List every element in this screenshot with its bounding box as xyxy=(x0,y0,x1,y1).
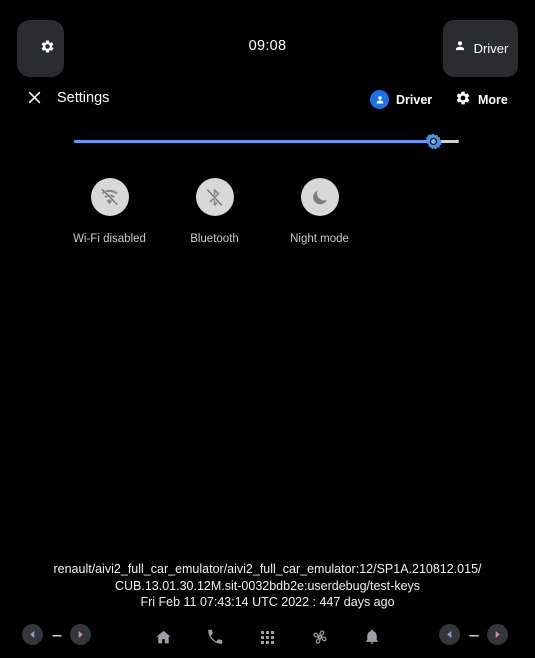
nav-cluster-left: --- xyxy=(22,624,91,645)
brightness-gear-icon xyxy=(425,133,442,150)
close-button[interactable] xyxy=(22,88,46,112)
quick-tile-bluetooth[interactable]: Bluetooth xyxy=(162,178,267,245)
gear-icon xyxy=(455,90,471,109)
apps-grid-dots xyxy=(261,630,274,644)
person-icon xyxy=(453,39,467,58)
user-switcher-button[interactable]: Driver xyxy=(443,20,518,77)
header-action-more[interactable]: More xyxy=(455,90,508,109)
wifi-off-icon xyxy=(90,178,129,216)
quick-tile-night-mode-label: Night mode xyxy=(290,233,349,245)
brightness-slider-thumb[interactable] xyxy=(424,132,443,151)
system-status-bar: 09:08 Driver xyxy=(0,0,535,79)
nav-cluster-right: --- xyxy=(439,624,508,645)
quick-tile-night-mode[interactable]: Night mode xyxy=(267,178,372,245)
user-avatar-icon xyxy=(370,90,389,109)
notifications-bell-icon[interactable] xyxy=(359,624,385,650)
triangle-right-icon[interactable] xyxy=(487,624,508,645)
nav-right-separator: --- xyxy=(469,627,479,642)
settings-panel-header: Settings Driver More xyxy=(0,79,535,121)
build-info-line-1: renault/aivi2_full_car_emulator/aivi2_fu… xyxy=(53,562,482,576)
phone-icon[interactable] xyxy=(202,624,228,650)
quick-tile-wifi-label: Wi-Fi disabled xyxy=(73,233,146,245)
moon-icon xyxy=(300,178,339,216)
quick-tile-bluetooth-label: Bluetooth xyxy=(190,233,239,245)
brightness-slider-fill xyxy=(74,140,432,143)
apps-grid-icon[interactable] xyxy=(255,624,281,650)
header-action-driver-label: Driver xyxy=(396,92,433,107)
quick-tile-wifi[interactable]: Wi-Fi disabled xyxy=(57,178,162,245)
header-action-more-label: More xyxy=(478,92,508,107)
build-info-line-3: Fri Feb 11 07:43:14 UTC 2022 : 447 days … xyxy=(140,595,395,609)
home-icon[interactable] xyxy=(150,624,176,650)
bottom-navigation-bar: --- --- xyxy=(0,616,535,658)
page-title: Settings xyxy=(57,90,110,106)
user-switcher-label: Driver xyxy=(473,41,509,56)
close-icon xyxy=(26,89,43,111)
triangle-right-icon[interactable] xyxy=(70,624,91,645)
climate-fan-icon[interactable] xyxy=(307,624,333,650)
build-info-line-2: CUB.13.01.30.12M.sit-0032bdb2e:userdebug… xyxy=(114,578,421,593)
nav-center-icons xyxy=(150,624,385,650)
triangle-left-icon[interactable] xyxy=(22,624,43,645)
quick-controls-row: Wi-Fi disabled Bluetooth Night mode xyxy=(57,178,372,245)
nav-left-separator: --- xyxy=(52,627,62,642)
header-action-driver[interactable]: Driver xyxy=(370,90,432,109)
triangle-left-icon[interactable] xyxy=(439,624,460,645)
brightness-slider[interactable] xyxy=(0,128,535,158)
build-info-text: renault/aivi2_full_car_emulator/aivi2_fu… xyxy=(0,561,535,611)
brightness-slider-track[interactable] xyxy=(74,140,459,143)
bluetooth-icon xyxy=(195,178,234,216)
